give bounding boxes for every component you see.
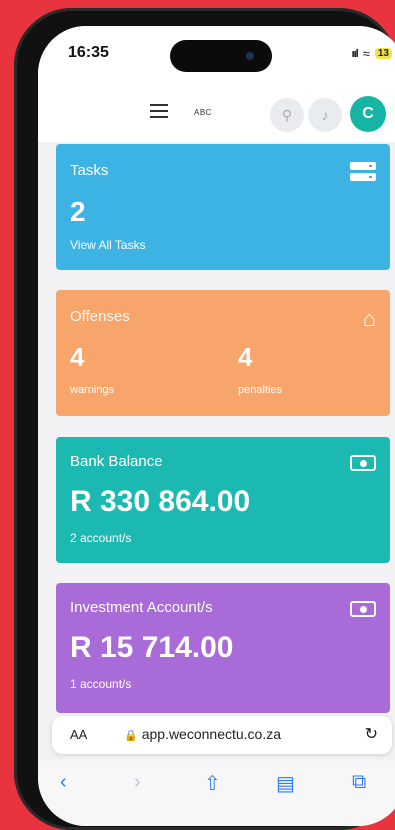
back-icon[interactable]: ‹	[60, 771, 67, 794]
status-time: 16:35	[68, 44, 109, 61]
server-icon	[350, 162, 376, 184]
url-field[interactable]: 🔒 app.weconnectu.co.za	[124, 726, 281, 742]
warnings-label: warnings	[70, 384, 115, 396]
safari-address-bar[interactable]: AA 🔒 app.weconnectu.co.za ↻	[52, 716, 392, 754]
app-header: ABC ⚲ ♪ C	[38, 86, 395, 142]
money-icon	[350, 601, 376, 617]
wifi-icon: ≈	[362, 46, 370, 61]
investment-accounts-count: 1 account/s	[70, 677, 132, 691]
dynamic-island	[170, 40, 272, 72]
investment-card[interactable]: Investment Account/s R 15 714.00 1 accou…	[56, 583, 390, 713]
phone-frame: 16:35 ııl ≈ 13 ABC ⚲ ♪ C Tasks 2 View Al…	[14, 8, 395, 830]
camera-dot	[246, 52, 254, 60]
reload-icon[interactable]: ↻	[365, 724, 378, 744]
url-text: app.weconnectu.co.za	[141, 726, 282, 742]
bank-balance-card[interactable]: Bank Balance R 330 864.00 2 account/s	[56, 437, 390, 563]
share-icon[interactable]: ⇧	[204, 771, 221, 796]
search-icon[interactable]: ⚲	[270, 98, 304, 132]
avatar[interactable]: C	[350, 96, 386, 132]
view-all-tasks-link[interactable]: View All Tasks	[70, 238, 146, 252]
tabs-icon[interactable]: ⧉	[352, 771, 366, 794]
phone-screen: 16:35 ııl ≈ 13 ABC ⚲ ♪ C Tasks 2 View Al…	[38, 26, 395, 826]
home-icon: ⌂	[362, 306, 376, 331]
bell-icon[interactable]: ♪	[308, 98, 342, 132]
tasks-label: Tasks	[70, 162, 109, 179]
tasks-card[interactable]: Tasks 2 View All Tasks	[56, 144, 390, 270]
offenses-card[interactable]: Offenses ⌂ 4 warnings 4 penalties	[56, 290, 390, 416]
penalties-label: penalties	[238, 384, 283, 396]
reader-aa-button[interactable]: AA	[70, 727, 87, 742]
bank-accounts-count: 2 account/s	[70, 531, 132, 545]
app-logo: ABC	[194, 108, 212, 117]
investment-amount: R 15 714.00	[70, 631, 234, 664]
bookmarks-icon[interactable]: ▤	[276, 771, 295, 796]
forward-icon[interactable]: ›	[134, 771, 141, 794]
battery-icon: 13	[374, 48, 392, 59]
hamburger-menu-icon[interactable]	[150, 104, 168, 118]
penalties-count: 4	[238, 342, 253, 372]
bank-balance-label: Bank Balance	[70, 453, 163, 470]
status-bar: 16:35 ııl ≈ 13	[38, 26, 395, 86]
status-indicators: ııl ≈ 13	[352, 46, 392, 61]
safari-toolbar: ‹ › ⇧ ▤ ⧉	[38, 761, 395, 826]
money-icon	[350, 455, 376, 471]
warnings-count: 4	[70, 342, 85, 372]
signal-icon: ııl	[351, 47, 359, 60]
investment-label: Investment Account/s	[70, 599, 213, 616]
bank-balance-amount: R 330 864.00	[70, 485, 251, 518]
lock-icon: 🔒	[124, 730, 138, 742]
tasks-count: 2	[70, 196, 86, 227]
offenses-label: Offenses	[70, 308, 130, 325]
